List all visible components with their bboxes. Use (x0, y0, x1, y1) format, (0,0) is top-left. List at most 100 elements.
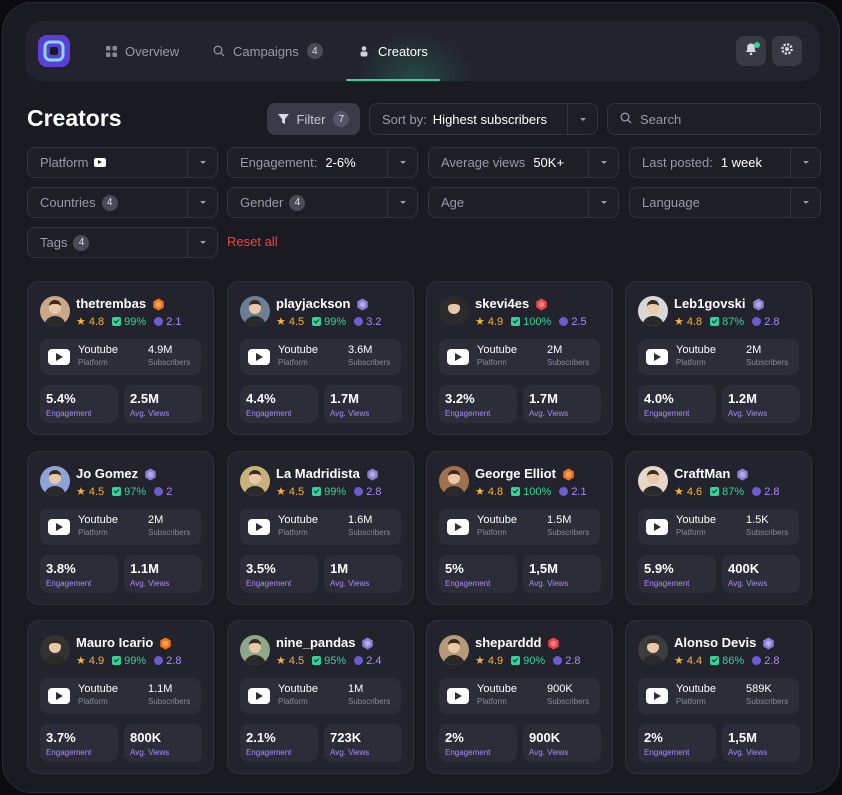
sort-label: Sort by: (382, 111, 427, 127)
filter-label: Average views (441, 155, 526, 170)
views-value: 1M (330, 561, 349, 576)
search-input[interactable]: Search (607, 103, 821, 135)
notifications-button[interactable] (736, 36, 766, 66)
filter-label: Platform (40, 155, 89, 170)
coin-icon (154, 317, 164, 326)
percent-value: 95% (324, 654, 347, 667)
tab-campaigns[interactable]: Campaigns 4 (213, 21, 323, 81)
engagement-box: 4.4% Engagement (240, 385, 318, 423)
filter-average-views[interactable]: Average views 50K+ (428, 147, 619, 178)
platform-name: Youtube (78, 683, 118, 695)
creator-name: Mauro Icario (76, 635, 154, 650)
creator-name: sheparddd (475, 635, 542, 650)
creator-card[interactable]: George Elliot ★ 4.8 100% 2.1 Youtube Plat… (426, 451, 613, 605)
views-box: 800K Avg. Views (124, 724, 202, 762)
filter-tags[interactable]: Tags 4 (27, 227, 218, 258)
filter-label: Filter (296, 111, 326, 127)
platform-box: Youtube Platform 900K Subscribers (439, 678, 600, 714)
coin-icon (354, 656, 364, 665)
platform-name: Youtube (477, 344, 517, 356)
check-icon (112, 317, 122, 326)
filter-last-posted[interactable]: Last posted: 1 week (629, 147, 821, 178)
coin-icon (752, 487, 762, 496)
views-value: 900K (529, 730, 561, 745)
sort-value: Highest subscribers (432, 111, 547, 127)
chevron-down-icon[interactable] (187, 228, 217, 257)
subscribers-label: Subscribers (148, 697, 191, 706)
engagement-label: Engagement (46, 579, 92, 588)
avatar (439, 296, 469, 326)
app-logo[interactable] (37, 34, 71, 68)
creator-card[interactable]: Mauro Icario ★ 4.9 99% 2.8 Youtube Platfo… (27, 620, 214, 774)
views-box: 2.5M Avg. Views (124, 385, 202, 423)
filter-countries[interactable]: Countries 4 (27, 187, 218, 218)
youtube-icon (646, 349, 668, 365)
check-icon (710, 317, 720, 326)
creator-name: thetrembas (76, 296, 147, 311)
coins-value: 2.1 (571, 485, 587, 498)
filter-language[interactable]: Language (629, 187, 821, 218)
star-icon: ★ (76, 655, 86, 667)
engagement-value: 2.1% (246, 730, 276, 745)
coin-icon (154, 656, 164, 665)
platform-label: Platform (477, 528, 507, 537)
tab-label: Creators (378, 43, 428, 59)
filter-engagement[interactable]: Engagement: 2-6% (227, 147, 418, 178)
chevron-down-icon[interactable] (790, 188, 820, 217)
filter-age[interactable]: Age (428, 187, 619, 218)
creator-card[interactable]: Jo Gomez ★ 4.5 97% 2 Youtube Platform 2M … (27, 451, 214, 605)
platform-box: Youtube Platform 1M Subscribers (240, 678, 401, 714)
platform-label: Platform (676, 358, 706, 367)
chevron-down-icon[interactable] (588, 148, 618, 177)
coins-value: 3.2 (366, 315, 382, 328)
views-label: Avg. Views (330, 579, 370, 588)
subscribers-value: 2M (547, 344, 563, 356)
views-label: Avg. Views (728, 409, 768, 418)
chevron-down-icon[interactable] (567, 104, 597, 134)
chevron-down-icon[interactable] (790, 148, 820, 177)
tab-overview[interactable]: Overview (105, 21, 179, 81)
settings-button[interactable] (772, 36, 802, 66)
chevron-down-icon[interactable] (387, 148, 417, 177)
check-icon (511, 656, 521, 665)
reset-all-link[interactable]: Reset all (227, 234, 278, 249)
creator-card[interactable]: La Madridista ★ 4.5 99% 2.8 Youtube Platf… (227, 451, 414, 605)
check-icon (511, 487, 521, 496)
chevron-down-icon[interactable] (187, 148, 217, 177)
subscribers-label: Subscribers (148, 358, 191, 367)
views-box: 400K Avg. Views (722, 555, 800, 593)
star-icon: ★ (674, 316, 684, 328)
platform-label: Platform (78, 358, 108, 367)
filter-button[interactable]: Filter 7 (267, 103, 360, 135)
creator-card[interactable]: Leb1govski ★ 4.8 87% 2.8 Youtube Platform… (625, 281, 812, 435)
engagement-value: 5.4% (46, 391, 76, 406)
youtube-icon (248, 349, 270, 365)
views-label: Avg. Views (130, 409, 170, 418)
chevron-down-icon[interactable] (588, 188, 618, 217)
creator-card[interactable]: playjackson ★ 4.5 99% 3.2 Youtube Platfor… (227, 281, 414, 435)
sort-select[interactable]: Sort by: Highest subscribers (369, 103, 598, 135)
creator-card[interactable]: sheparddd ★ 4.9 90% 2.8 Youtube Platform … (426, 620, 613, 774)
engagement-label: Engagement (445, 748, 491, 757)
subscribers-value: 1.6M (348, 514, 373, 526)
filter-gender[interactable]: Gender 4 (227, 187, 418, 218)
creator-card[interactable]: CraftMan ★ 4.6 87% 2.8 Youtube Platform 1… (625, 451, 812, 605)
platform-box: Youtube Platform 3.6M Subscribers (240, 339, 401, 375)
tier-badge-icon (144, 468, 156, 480)
creator-card[interactable]: skevi4es ★ 4.9 100% 2.5 Youtube Platform … (426, 281, 613, 435)
chevron-down-icon[interactable] (187, 188, 217, 217)
avatar (439, 466, 469, 496)
creator-card[interactable]: thetrembas ★ 4.8 99% 2.1 Youtube Platform… (27, 281, 214, 435)
avatar (240, 296, 270, 326)
tab-creators[interactable]: Creators (346, 21, 440, 81)
creator-card[interactable]: nine_pandas ★ 4.5 95% 2.4 Youtube Platfor… (227, 620, 414, 774)
engagement-box: 2% Engagement (439, 724, 517, 762)
chevron-down-icon[interactable] (387, 188, 417, 217)
creator-name: La Madridista (276, 466, 360, 481)
creator-card[interactable]: Alonso Devis ★ 4.4 86% 2.8 Youtube Platfo… (625, 620, 812, 774)
filter-label: Last posted: (642, 155, 713, 170)
filter-platform[interactable]: Platform (27, 147, 218, 178)
engagement-value: 2% (445, 730, 464, 745)
platform-label: Platform (78, 697, 108, 706)
views-label: Avg. Views (728, 579, 768, 588)
